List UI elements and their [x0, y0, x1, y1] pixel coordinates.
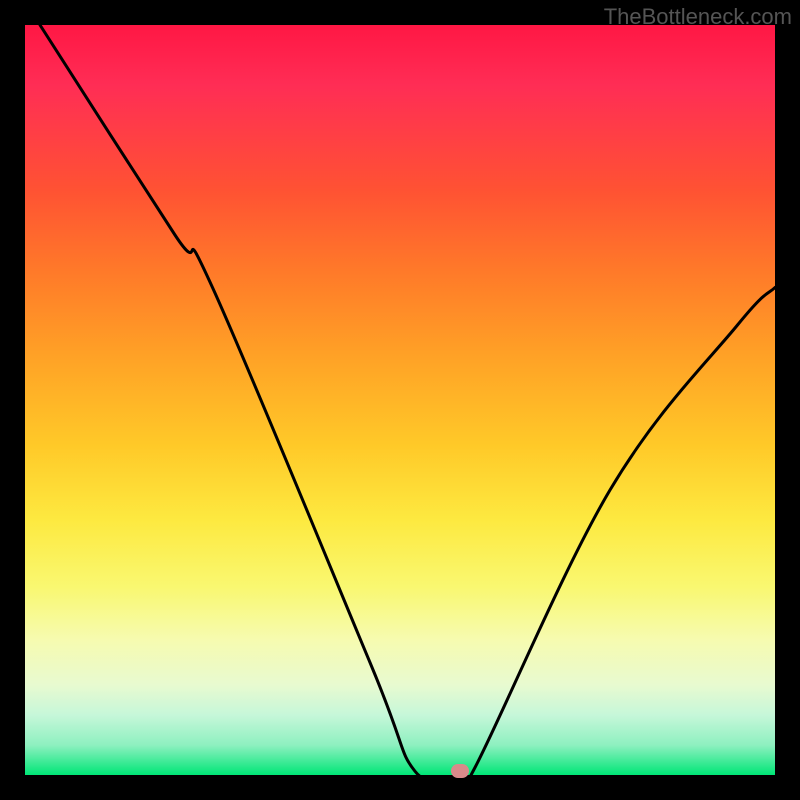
optimal-point-marker [451, 764, 469, 778]
bottleneck-curve [25, 25, 775, 775]
watermark-text: TheBottleneck.com [604, 4, 792, 30]
chart-plot-area [25, 25, 775, 775]
